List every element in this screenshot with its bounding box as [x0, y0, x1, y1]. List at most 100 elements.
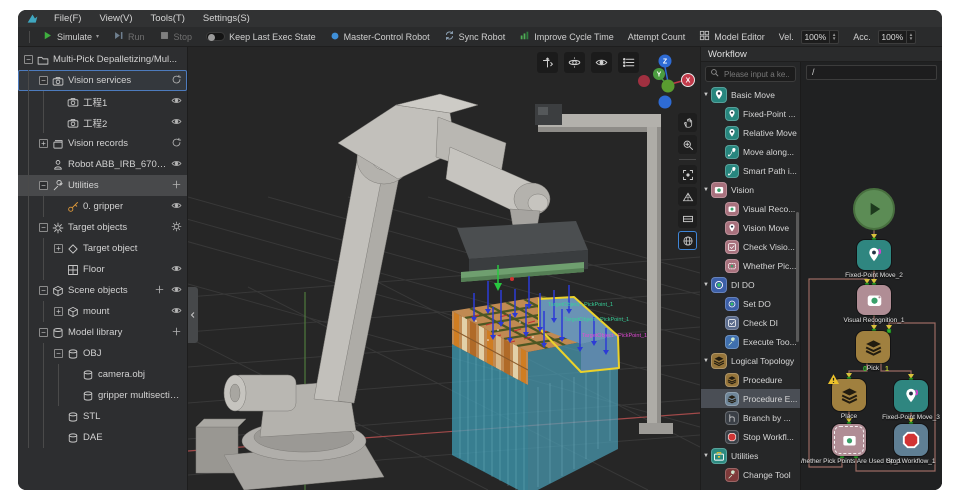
- improve-cycle-time-button[interactable]: Improve Cycle Time: [512, 27, 621, 46]
- workflow-step-item[interactable]: Smart Path i...: [701, 161, 800, 180]
- tree-row[interactable]: 0. gripper: [18, 196, 187, 217]
- menu-tools[interactable]: Tools(T): [144, 12, 192, 25]
- stop-button[interactable]: Stop: [152, 27, 200, 46]
- display-list-icon[interactable]: [618, 52, 639, 73]
- perspective-view-icon[interactable]: [678, 187, 697, 206]
- scrollbar-thumb[interactable]: [796, 212, 799, 342]
- expander-icon[interactable]: +: [54, 307, 63, 316]
- workflow-search[interactable]: [705, 66, 796, 82]
- tree-row[interactable]: Floor: [18, 259, 187, 280]
- rotate-view-icon[interactable]: [564, 52, 585, 73]
- workflow-step-item[interactable]: Change Tool: [701, 465, 800, 484]
- fit-view-icon[interactable]: [678, 165, 697, 184]
- master-control-robot-button[interactable]: Master-Control Robot: [323, 27, 437, 46]
- workflow-node-fixed-point-move-2[interactable]: [857, 240, 891, 270]
- expander-icon[interactable]: −: [54, 349, 63, 358]
- transform-tool-icon[interactable]: [537, 52, 558, 73]
- tree-row[interactable]: −Utilities: [18, 175, 187, 196]
- workflow-step-item[interactable]: Whether Pic...: [701, 256, 800, 275]
- acceleration-stepper[interactable]: 100% ▲▼: [878, 30, 916, 44]
- menu-file[interactable]: File(F): [47, 12, 88, 25]
- workflow-step-group[interactable]: ▼DI DO: [701, 275, 800, 294]
- gizmo-z-negative[interactable]: [659, 96, 672, 109]
- viewport-3d[interactable]: TargetObject - PickPoint_1 TargetObject …: [188, 47, 700, 490]
- tree-row[interactable]: +Target object: [18, 238, 187, 259]
- workflow-step-item[interactable]: Visual Reco...: [701, 199, 800, 218]
- breadcrumb[interactable]: /: [806, 65, 937, 80]
- menu-settings[interactable]: Settings(S): [196, 12, 257, 25]
- workflow-node-whether-pick-points[interactable]: [832, 424, 866, 456]
- expander-icon[interactable]: −: [24, 55, 33, 64]
- gizmo-x-negative[interactable]: [638, 75, 650, 87]
- workflow-node-place[interactable]: [832, 379, 866, 411]
- workflow-node-stop-workflow-1[interactable]: [894, 424, 928, 456]
- zoom-in-icon[interactable]: [678, 135, 697, 154]
- plus-icon[interactable]: [171, 179, 182, 193]
- velocity-stepper[interactable]: 100% ▲▼: [801, 30, 839, 44]
- orientation-gizmo[interactable]: Z Y X: [638, 55, 695, 109]
- toggle-off-icon[interactable]: [206, 32, 225, 41]
- caret-down-icon[interactable]: ▼: [701, 92, 711, 98]
- expander-icon[interactable]: +: [39, 139, 48, 148]
- tree-row[interactable]: Robot ABB_IRB_6700_20...: [18, 154, 187, 175]
- eye-icon[interactable]: [171, 95, 182, 109]
- menu-view[interactable]: View(V): [92, 12, 139, 25]
- tree-row[interactable]: DAE: [18, 427, 187, 448]
- orthographic-view-icon[interactable]: [678, 209, 697, 228]
- workflow-step-group[interactable]: ▼Utilities: [701, 446, 800, 465]
- workflow-node-pick[interactable]: [856, 331, 890, 363]
- eye-icon[interactable]: [171, 158, 182, 172]
- tree-row[interactable]: −Scene objects: [18, 280, 187, 301]
- workflow-start-button[interactable]: [853, 188, 895, 230]
- tree-row[interactable]: gripper multisectio...: [18, 385, 187, 406]
- tree-row[interactable]: −Model library: [18, 322, 187, 343]
- workflow-step-item[interactable]: Stop Workfl...: [701, 427, 800, 446]
- plus-icon[interactable]: [154, 284, 165, 298]
- tree-row[interactable]: −Target objects: [18, 217, 187, 238]
- search-input[interactable]: [722, 69, 791, 80]
- eye-icon[interactable]: [171, 263, 182, 277]
- projection-globe-icon[interactable]: [678, 231, 697, 250]
- workflow-step-item[interactable]: Fixed-Point ...: [701, 104, 800, 123]
- pan-hand-icon[interactable]: [678, 113, 697, 132]
- workflow-step-item[interactable]: Move along...: [701, 142, 800, 161]
- keep-last-exec-toggle[interactable]: Keep Last Exec State: [199, 27, 323, 46]
- expander-icon[interactable]: −: [39, 181, 48, 190]
- stepper-arrows-icon[interactable]: ▲▼: [906, 31, 915, 43]
- model-editor-button[interactable]: Model Editor: [692, 27, 772, 46]
- workflow-step-item[interactable]: Vision Move: [701, 218, 800, 237]
- sync-robot-button[interactable]: Sync Robot: [437, 27, 513, 46]
- expander-icon[interactable]: −: [39, 76, 48, 85]
- panel-collapse-handle[interactable]: [188, 287, 198, 343]
- caret-down-icon[interactable]: ▼: [701, 358, 711, 364]
- workflow-step-group[interactable]: ▼Basic Move: [701, 85, 800, 104]
- eye-icon[interactable]: [171, 200, 182, 214]
- tree-row[interactable]: 工程2: [18, 112, 187, 133]
- workflow-step-item[interactable]: Check Visio...: [701, 237, 800, 256]
- tree-row[interactable]: +mount: [18, 301, 187, 322]
- workflow-step-item[interactable]: Branch by ...: [701, 408, 800, 427]
- refresh-icon[interactable]: [171, 74, 182, 88]
- plus-icon[interactable]: [171, 326, 182, 340]
- gizmo-y-negative[interactable]: [662, 80, 675, 93]
- workflow-step-item[interactable]: Check DI: [701, 313, 800, 332]
- tree-row[interactable]: camera.obj: [18, 364, 187, 385]
- refresh-icon[interactable]: [171, 137, 182, 151]
- workflow-node-visual-recognition-1[interactable]: [857, 285, 891, 315]
- eye-icon[interactable]: [171, 305, 182, 319]
- tree-row[interactable]: −Multi-Pick Depalletizing/Mul...: [18, 49, 187, 70]
- eye-icon[interactable]: [171, 116, 182, 130]
- caret-down-icon[interactable]: ▼: [701, 453, 711, 459]
- tree-row[interactable]: STL: [18, 406, 187, 427]
- expander-icon[interactable]: +: [54, 244, 63, 253]
- eye-icon[interactable]: [171, 284, 182, 298]
- workflow-step-item[interactable]: Set DO: [701, 294, 800, 313]
- tree-row[interactable]: −Vision services: [18, 70, 187, 91]
- caret-down-icon[interactable]: ▼: [701, 187, 711, 193]
- stepper-arrows-icon[interactable]: ▲▼: [829, 31, 838, 43]
- simulate-button[interactable]: Simulate ▾: [35, 27, 106, 46]
- run-button[interactable]: Run: [106, 27, 152, 46]
- attempt-count-button[interactable]: Attempt Count: [621, 27, 693, 46]
- workflow-step-item[interactable]: Execute Too...: [701, 332, 800, 351]
- visibility-eye-icon[interactable]: [591, 52, 612, 73]
